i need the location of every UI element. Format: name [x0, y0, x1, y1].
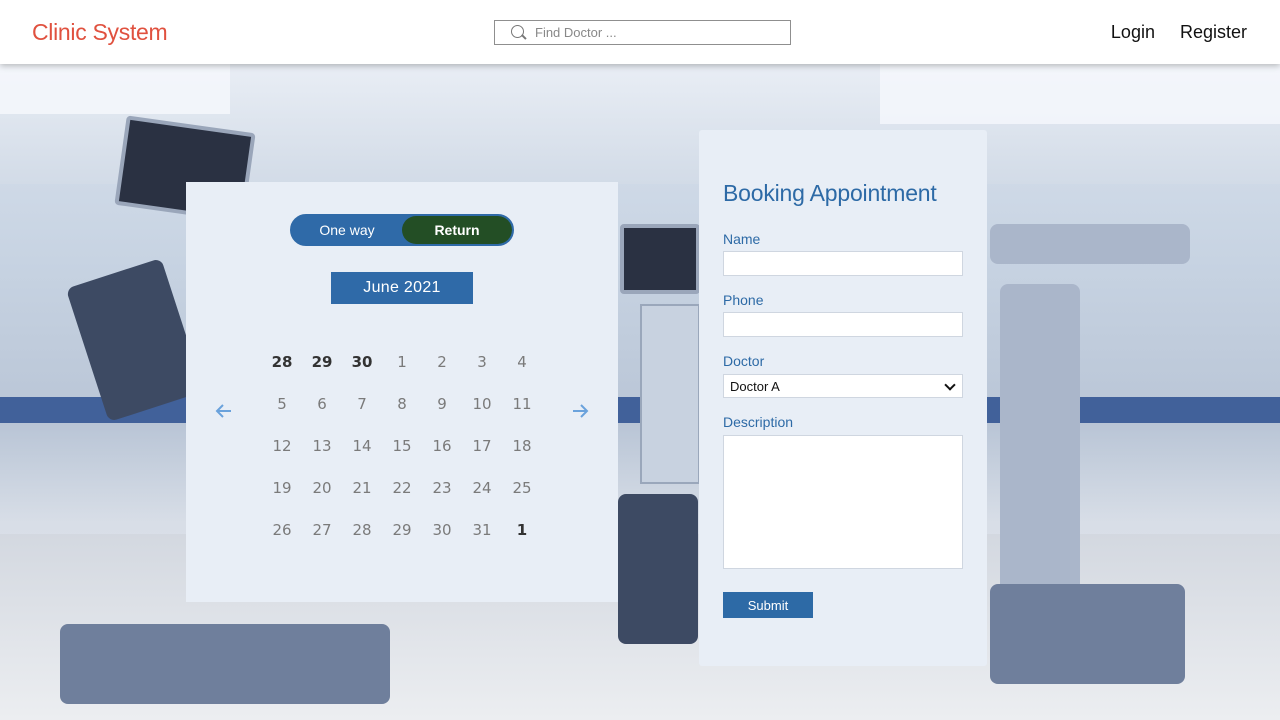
weekday-header — [262, 318, 542, 332]
calendar-day[interactable]: 15 — [382, 429, 422, 471]
weekday-label — [302, 318, 342, 332]
operating-table — [618, 494, 698, 644]
chevron-down-icon — [944, 381, 954, 391]
calendar-day[interactable]: 5 — [262, 387, 302, 429]
phone-label: Phone — [723, 292, 764, 308]
month-label: June 2021 — [331, 272, 473, 304]
booking-form-card: Booking Appointment Name Phone Doctor Do… — [699, 130, 987, 666]
calendar-day[interactable]: 23 — [422, 471, 462, 513]
auth-nav: Login Register — [1111, 22, 1247, 43]
search-input[interactable] — [535, 25, 775, 40]
calendar-day[interactable]: 13 — [302, 429, 342, 471]
calendar-day[interactable]: 29 — [382, 513, 422, 555]
login-link[interactable]: Login — [1111, 22, 1155, 43]
calendar-day[interactable]: 16 — [422, 429, 462, 471]
monitor-screen — [620, 224, 700, 294]
calendar-day[interactable]: 26 — [262, 513, 302, 555]
calendar-day[interactable]: 3 — [462, 345, 502, 387]
calendar-day[interactable]: 17 — [462, 429, 502, 471]
calendar-day[interactable]: 25 — [502, 471, 542, 513]
ceiling-light-panel — [0, 64, 230, 114]
register-link[interactable]: Register — [1180, 22, 1247, 43]
calendar-day[interactable]: 1 — [382, 345, 422, 387]
equipment-cabinet — [640, 304, 700, 484]
description-label: Description — [723, 414, 794, 430]
previous-month-button[interactable] — [214, 401, 234, 421]
weekday-label — [422, 318, 462, 332]
calendar-day[interactable]: 14 — [342, 429, 382, 471]
calendar-day[interactable]: 20 — [302, 471, 342, 513]
arrow-right-icon — [573, 404, 589, 418]
calendar-day[interactable]: 19 — [262, 471, 302, 513]
toggle-option-one-way[interactable]: One way — [292, 216, 402, 244]
calendar-day[interactable]: 28 — [342, 513, 382, 555]
weekday-label — [502, 318, 542, 332]
calendar-day[interactable]: 6 — [302, 387, 342, 429]
trip-type-toggle[interactable]: One way Return — [290, 214, 514, 246]
calendar-day[interactable]: 28 — [262, 345, 302, 387]
calendar-day[interactable]: 11 — [502, 387, 542, 429]
arrow-left-icon — [215, 404, 231, 418]
calendar-day[interactable]: 30 — [342, 345, 382, 387]
name-field[interactable] — [723, 251, 963, 276]
next-month-button[interactable] — [570, 401, 590, 421]
calendar-day[interactable]: 2 — [422, 345, 462, 387]
calendar-day[interactable]: 4 — [502, 345, 542, 387]
booking-title: Booking Appointment — [723, 180, 937, 206]
calendar-day[interactable]: 10 — [462, 387, 502, 429]
search-icon — [511, 24, 527, 41]
calendar-day[interactable]: 22 — [382, 471, 422, 513]
weekday-label — [342, 318, 382, 332]
calendar-day[interactable]: 30 — [422, 513, 462, 555]
calendar-day[interactable]: 31 — [462, 513, 502, 555]
weekday-label — [382, 318, 422, 332]
brand-logo-text[interactable]: Clinic System — [32, 19, 168, 46]
search-bar[interactable] — [494, 20, 791, 45]
calendar-days-grid: 28 29 30 1 2 3 4 5 6 7 8 9 10 11 12 13 1… — [262, 345, 542, 555]
weekday-label — [262, 318, 302, 332]
calendar-card: One way Return June 2021 28 29 30 1 2 3 … — [186, 182, 618, 602]
weekday-label — [462, 318, 502, 332]
top-navbar: Clinic System Login Register — [0, 0, 1280, 64]
robot-arm — [990, 224, 1190, 264]
calendar-day[interactable]: 27 — [302, 513, 342, 555]
calendar-day[interactable]: 29 — [302, 345, 342, 387]
calendar-day[interactable]: 24 — [462, 471, 502, 513]
description-textarea[interactable] — [723, 435, 963, 569]
name-label: Name — [723, 231, 761, 247]
calendar-day[interactable]: 8 — [382, 387, 422, 429]
phone-field[interactable] — [723, 312, 963, 337]
robot-tower-base — [990, 584, 1185, 684]
calendar-day[interactable]: 18 — [502, 429, 542, 471]
doctor-select[interactable]: Doctor A — [723, 374, 963, 398]
submit-button[interactable]: Submit — [723, 592, 813, 618]
ceiling-light-panel — [880, 64, 1280, 124]
calendar-day[interactable]: 1 — [502, 513, 542, 555]
robot-base — [60, 624, 390, 704]
doctor-label: Doctor — [723, 353, 765, 369]
calendar-day[interactable]: 21 — [342, 471, 382, 513]
calendar-day[interactable]: 7 — [342, 387, 382, 429]
doctor-select-value: Doctor A — [730, 378, 780, 394]
toggle-option-return[interactable]: Return — [402, 216, 512, 244]
calendar-day[interactable]: 12 — [262, 429, 302, 471]
calendar-day[interactable]: 9 — [422, 387, 462, 429]
